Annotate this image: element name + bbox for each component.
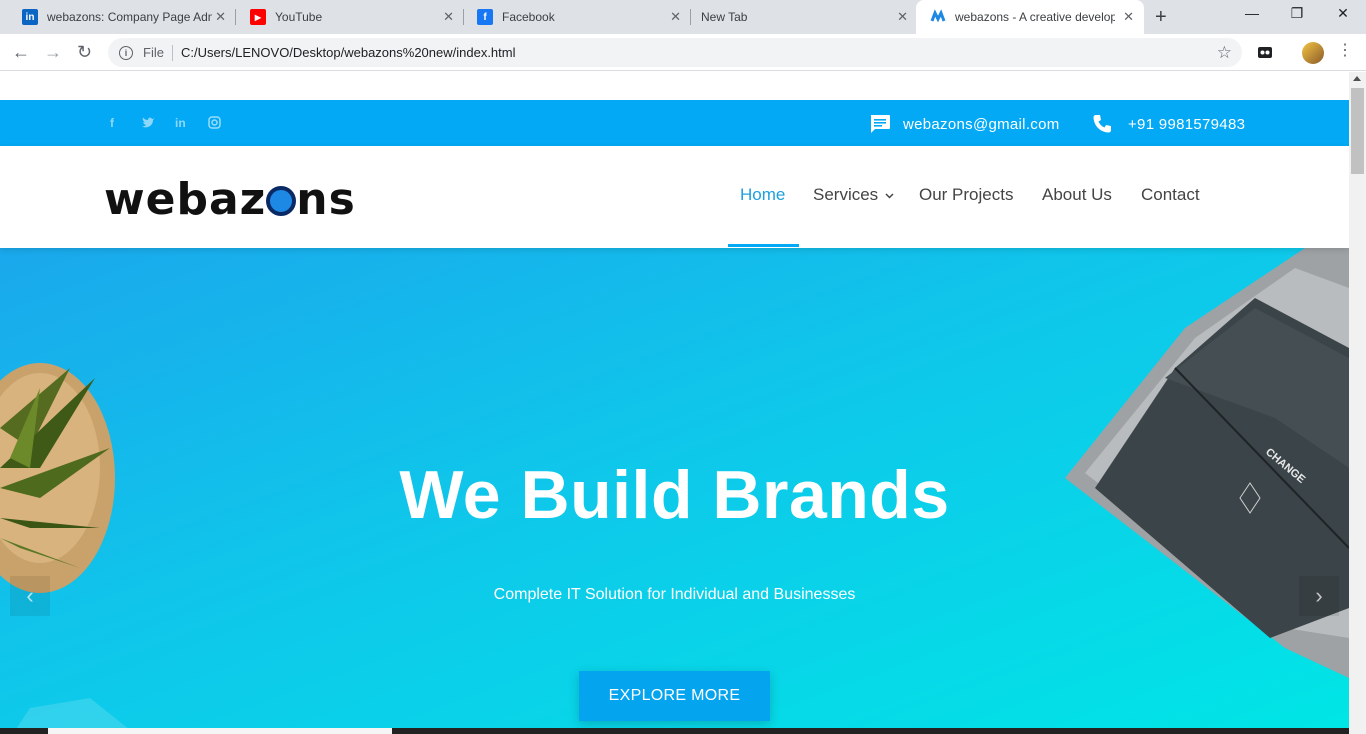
hero-subtitle: Complete IT Solution for Individual and … [493, 586, 856, 603]
browser-tab-strip: in webazons: Company Page Adm ✕ ▶ YouTub… [0, 0, 1366, 34]
hero-slider: CHANGE We Build Brands Complete IT Solut… [0, 248, 1349, 734]
facebook-icon: f [477, 9, 493, 25]
nav-services[interactable]: Services [813, 185, 894, 205]
facebook-icon[interactable]: f [110, 116, 114, 130]
tab-webazons[interactable]: webazons - A creative develop ✕ [916, 0, 1144, 34]
new-tab-icon[interactable]: + [1155, 6, 1167, 29]
close-tab-icon[interactable]: ✕ [443, 10, 454, 24]
restore-icon[interactable]: ❐ [1287, 5, 1307, 22]
tab-new-tab[interactable]: New Tab ✕ [690, 0, 918, 34]
scheme-label: File [143, 45, 164, 60]
scrollbar-thumb[interactable] [1351, 88, 1364, 174]
url-text[interactable]: C:/Users/LENOVO/Desktop/webazons%20new/i… [181, 45, 516, 60]
twitter-icon[interactable] [142, 116, 155, 131]
active-nav-indicator [728, 244, 799, 247]
avatar[interactable] [1302, 42, 1324, 64]
linkedin-icon: in [22, 9, 38, 25]
phone-text: +91 9981579483 [1128, 115, 1246, 133]
email-contact[interactable]: webazons@gmail.com [869, 114, 1060, 134]
contact-topbar: f in webazons@gmail.com +91 9981579483 [0, 100, 1349, 146]
browser-toolbar: ← → ↻ i File C:/Users/LENOVO/Desktop/web… [0, 34, 1366, 71]
explore-more-button[interactable]: EXPLORE MORE [579, 671, 770, 721]
back-icon[interactable]: ← [12, 42, 30, 62]
chevron-down-icon [885, 192, 894, 199]
next-section-edge [0, 728, 1349, 734]
bookmark-star-icon[interactable]: ☆ [1217, 43, 1232, 63]
nav-services-label: Services [813, 185, 879, 204]
next-section-panel [48, 728, 392, 734]
minimize-icon[interactable]: — [1242, 5, 1262, 21]
hero-title: We Build Brands [399, 457, 950, 533]
reload-icon[interactable]: ↻ [77, 42, 92, 62]
close-tab-icon[interactable]: ✕ [1123, 10, 1134, 24]
phone-icon [1093, 115, 1111, 133]
site-logo[interactable]: webaz ns [104, 176, 356, 224]
message-icon [870, 115, 890, 133]
close-tab-icon[interactable]: ✕ [897, 10, 908, 24]
logo-text-start: webaz [104, 174, 267, 225]
tab-linkedin[interactable]: in webazons: Company Page Adm ✕ [8, 0, 236, 34]
forward-icon[interactable]: → [44, 42, 62, 62]
tab-title: New Tab [701, 10, 748, 24]
scroll-up-icon[interactable] [1353, 76, 1361, 81]
phone-contact[interactable]: +91 9981579483 [1092, 114, 1245, 134]
instagram-icon[interactable] [208, 116, 221, 132]
tab-facebook[interactable]: f Facebook ✕ [463, 0, 691, 34]
paper-decoration [12, 698, 135, 734]
nav-about-us[interactable]: About Us [1042, 185, 1112, 205]
tab-title: Facebook [502, 10, 555, 24]
logo-text-end: ns [296, 174, 356, 225]
nav-home[interactable]: Home [740, 185, 785, 205]
close-window-icon[interactable]: ✕ [1333, 5, 1353, 22]
tab-title: webazons: Company Page Adm [47, 10, 212, 24]
close-tab-icon[interactable]: ✕ [215, 10, 226, 24]
menu-icon[interactable]: ⋮ [1337, 41, 1353, 61]
slider-next-icon[interactable]: › [1299, 576, 1339, 616]
close-tab-icon[interactable]: ✕ [670, 10, 681, 24]
site-header: webaz ns Home Services Our Projects About… [0, 146, 1349, 248]
logo-globe-icon [266, 186, 297, 216]
linkedin-icon[interactable]: in [175, 116, 186, 130]
tab-title: YouTube [275, 10, 323, 24]
address-bar[interactable]: i File C:/Users/LENOVO/Desktop/webazons%… [108, 38, 1242, 67]
webazons-icon [930, 9, 946, 25]
page-viewport: f in webazons@gmail.com +91 9981579483 w… [0, 72, 1349, 734]
nav-our-projects[interactable]: Our Projects [919, 185, 1013, 205]
tab-youtube[interactable]: ▶ YouTube ✕ [236, 0, 464, 34]
tab-title: webazons - A creative develop [955, 10, 1115, 24]
page-scrollbar[interactable] [1349, 72, 1366, 734]
youtube-icon: ▶ [250, 9, 266, 25]
info-icon[interactable]: i [119, 45, 133, 60]
divider [171, 44, 173, 61]
email-text: webazons@gmail.com [903, 115, 1060, 133]
nav-contact[interactable]: Contact [1141, 185, 1200, 205]
slider-prev-icon[interactable]: ‹ [10, 576, 50, 616]
extension-icon[interactable] [1255, 42, 1275, 62]
